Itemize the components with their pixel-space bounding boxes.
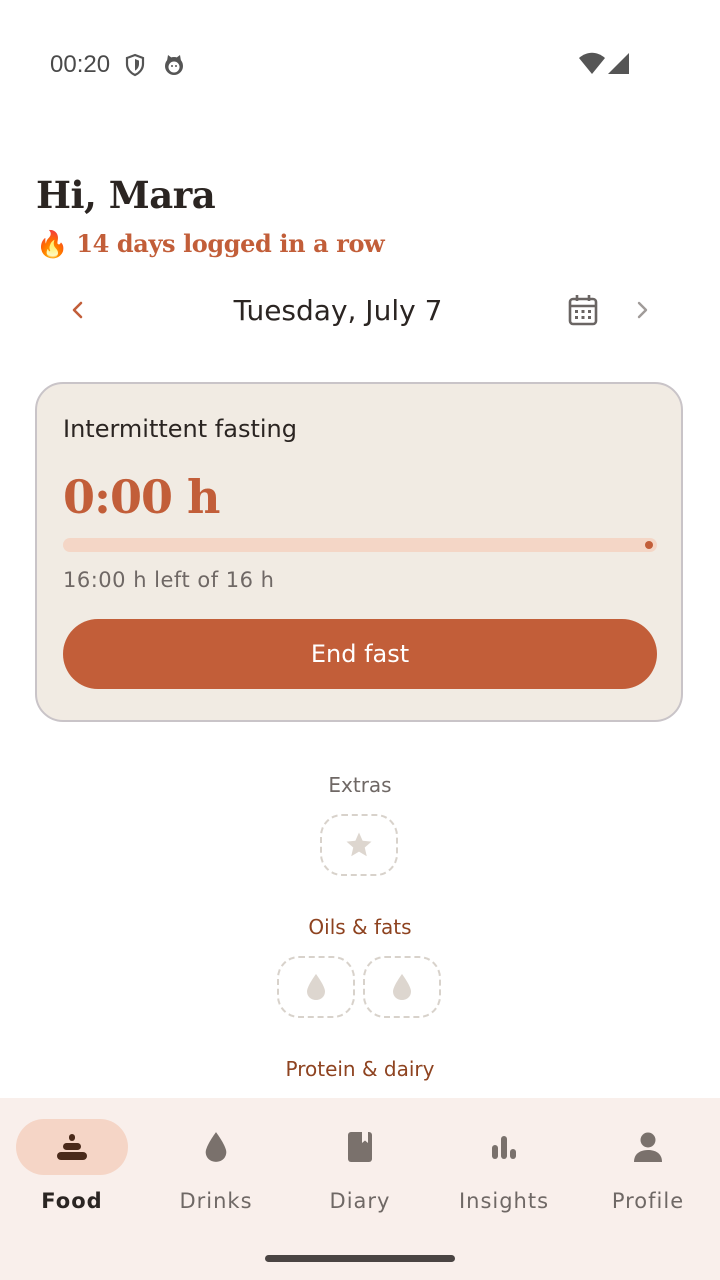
star-icon (346, 832, 372, 857)
category-label-oils-fats: Oils & fats (308, 915, 412, 939)
date-label[interactable]: Tuesday, July 7 (180, 292, 496, 330)
next-day-button[interactable] (624, 292, 660, 328)
fasting-progress-bar (63, 538, 657, 552)
category-label-extras: Extras (328, 773, 392, 797)
person-icon (634, 1132, 662, 1162)
streak-banner: 🔥 14 days logged in a row (36, 224, 385, 264)
fasting-card: Intermittent fasting 0:00 h 16:00 h left… (35, 382, 683, 722)
bottom-navigation: Food Drinks Diary Insights Profile (0, 1098, 720, 1280)
nav-label-food: Food (41, 1189, 103, 1213)
drop-icon (393, 974, 411, 1000)
cellular-icon (606, 52, 630, 76)
bar-chart-icon (492, 1136, 516, 1159)
home-indicator[interactable] (265, 1255, 455, 1262)
end-fast-button[interactable]: End fast (63, 619, 657, 689)
nav-label-insights: Insights (458, 1189, 550, 1213)
cat-icon (162, 53, 186, 77)
nav-active-indicator (16, 1119, 128, 1175)
fasting-elapsed-time: 0:00 h (63, 470, 220, 524)
food-stack-icon (57, 1134, 87, 1160)
diary-book-icon (348, 1132, 372, 1162)
category-label-protein-dairy: Protein & dairy (285, 1057, 435, 1081)
fasting-time-left: 16:00 h left of 16 h (63, 568, 275, 592)
progress-end-dot (645, 541, 653, 549)
chevron-left-icon (72, 301, 83, 319)
fasting-title: Intermittent fasting (63, 415, 297, 443)
calendar-icon (568, 295, 598, 326)
nav-label-diary: Diary (329, 1189, 391, 1213)
extras-slot[interactable] (320, 814, 398, 876)
fire-icon: 🔥 (36, 229, 69, 259)
greeting-title: Hi, Mara (36, 173, 216, 217)
nav-item-diary[interactable]: Diary (288, 1098, 432, 1238)
previous-day-button[interactable] (60, 292, 96, 328)
chevron-right-icon (637, 301, 648, 319)
drop-icon (307, 974, 325, 1000)
nav-item-food[interactable]: Food (0, 1098, 144, 1238)
nav-item-drinks[interactable]: Drinks (144, 1098, 288, 1238)
nav-item-profile[interactable]: Profile (576, 1098, 720, 1238)
drop-icon (205, 1132, 227, 1162)
oils-slot[interactable] (363, 956, 441, 1018)
shield-icon (123, 53, 147, 77)
nav-label-drinks: Drinks (179, 1189, 253, 1213)
nav-item-insights[interactable]: Insights (432, 1098, 576, 1238)
oils-slot[interactable] (277, 956, 355, 1018)
nav-label-profile: Profile (611, 1189, 685, 1213)
wifi-icon (578, 52, 606, 76)
status-time: 00:20 (50, 51, 111, 78)
calendar-button[interactable] (564, 290, 602, 330)
streak-text: 14 days logged in a row (76, 229, 385, 258)
